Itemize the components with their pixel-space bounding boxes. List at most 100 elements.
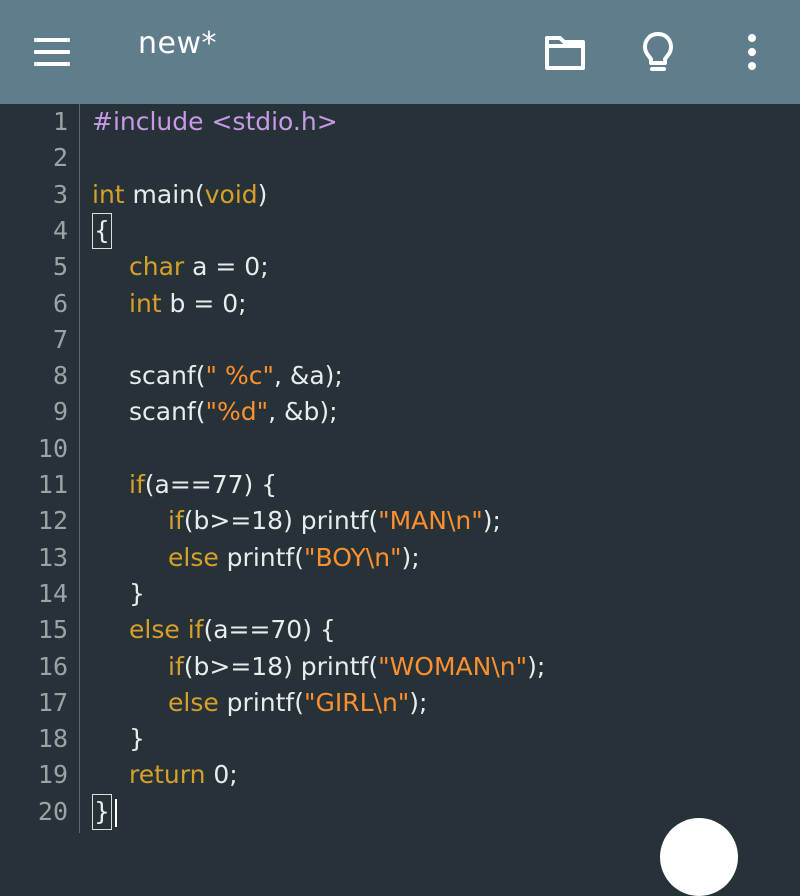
code-token: (a==77) {	[144, 470, 278, 499]
line-number: 20	[37, 796, 68, 826]
code-token: if	[187, 615, 204, 645]
code-token: (a==70) {	[203, 615, 336, 645]
code-line[interactable]: 5 char a = 0;	[0, 249, 800, 285]
code-token: " %c"	[205, 361, 274, 391]
code-editor[interactable]: 1 #include <stdio.h> 2 3 int main(void) 4{5 ch…	[0, 104, 800, 833]
matched-brace: {	[92, 212, 112, 249]
code-token: char	[129, 252, 185, 282]
code-token: else	[168, 542, 219, 572]
code-token: if	[168, 651, 184, 681]
code-token: );	[527, 651, 546, 681]
line-number: 2	[52, 143, 68, 173]
lightbulb-icon[interactable]	[634, 28, 682, 76]
line-number: 15	[37, 615, 68, 645]
line-number: 17	[37, 687, 68, 717]
code-line[interactable]: 6 int b = 0;	[0, 286, 800, 322]
text-cursor	[114, 798, 117, 827]
code-token: "GIRL\n"	[303, 687, 410, 717]
code-token: );	[401, 542, 420, 572]
menu-icon[interactable]	[30, 36, 74, 68]
code-token: scanf(	[129, 397, 206, 427]
code-text: scanf(" %c", &a);	[92, 358, 343, 394]
code-text: return 0;	[92, 757, 238, 793]
line-number: 14	[37, 578, 68, 608]
line-number: 3	[52, 179, 68, 209]
code-token: "WOMAN\n"	[378, 651, 528, 681]
code-token: }	[129, 578, 145, 608]
code-token: , &b);	[268, 397, 338, 427]
code-line[interactable]: 17 else printf("GIRL\n");	[0, 685, 800, 721]
code-token: if	[129, 470, 145, 499]
code-line[interactable]: 15 else if(a==70) {	[0, 612, 800, 648]
code-line[interactable]: 12 if(b>=18) printf("MAN\n");	[0, 503, 800, 539]
matched-brace: }	[92, 793, 112, 830]
code-token: scanf(	[129, 361, 206, 391]
code-token: (b>=18) printf(	[183, 651, 379, 681]
code-token: main(	[124, 179, 205, 209]
code-text: char a = 0;	[92, 249, 269, 285]
code-text: }	[92, 721, 145, 757]
line-number: 9	[52, 397, 68, 427]
file-title: new*	[138, 26, 218, 61]
code-line[interactable]: 3 int main(void)	[0, 177, 800, 213]
code-token: int	[92, 179, 125, 209]
code-line[interactable]: 16 if(b>=18) printf("WOMAN\n");	[0, 649, 800, 685]
code-text: else if(a==70) {	[92, 612, 336, 648]
code-token: (b>=18) printf(	[183, 506, 379, 536]
code-token: if	[168, 506, 184, 536]
code-token: #include <stdio.h>	[92, 107, 338, 136]
line-number: 12	[37, 506, 68, 536]
code-line[interactable]: 2	[0, 140, 800, 176]
line-number: 8	[52, 361, 68, 391]
line-number: 7	[52, 324, 68, 354]
line-number: 19	[37, 760, 68, 790]
code-token: printf(	[218, 542, 304, 572]
code-text: if(b>=18) printf("MAN\n");	[92, 503, 501, 539]
line-number: 11	[37, 470, 68, 499]
code-token: printf(	[218, 687, 304, 717]
code-token: int	[129, 288, 162, 318]
code-text: int main(void)	[92, 177, 267, 213]
code-line[interactable]: 9 scanf("%d", &b);	[0, 394, 800, 430]
code-token: , &a);	[273, 361, 343, 391]
more-vert-icon[interactable]	[728, 28, 776, 76]
code-token: )	[257, 179, 268, 209]
code-text: int b = 0;	[92, 286, 247, 322]
code-token: else	[168, 687, 219, 717]
app-toolbar: new*	[0, 0, 800, 104]
line-number: 18	[37, 724, 68, 754]
line-number: 6	[52, 288, 68, 318]
code-token: );	[482, 506, 501, 536]
code-token: 0;	[205, 760, 238, 790]
code-line[interactable]: 4{	[0, 212, 800, 249]
code-line[interactable]: 18}	[0, 721, 800, 757]
code-token: void	[204, 179, 258, 209]
line-number: 16	[37, 651, 68, 681]
code-line[interactable]: 14}	[0, 576, 800, 612]
code-token: b = 0;	[161, 288, 247, 318]
code-line[interactable]: 11 if(a==77) {	[0, 467, 800, 503]
line-number: 4	[52, 215, 68, 245]
line-number: 5	[52, 252, 68, 282]
code-line[interactable]: 8 scanf(" %c", &a);	[0, 358, 800, 394]
code-line[interactable]: 10	[0, 431, 800, 467]
code-text: {	[92, 212, 112, 249]
line-number: 10	[37, 433, 68, 463]
code-token: "%d"	[205, 397, 269, 427]
code-text: else printf("BOY\n");	[92, 540, 420, 576]
code-text: }	[92, 793, 117, 830]
code-text: else printf("GIRL\n");	[92, 685, 427, 721]
code-line[interactable]: 13 else printf("BOY\n");	[0, 540, 800, 576]
floating-action-button[interactable]	[660, 818, 738, 896]
code-text: if(b>=18) printf("WOMAN\n");	[92, 649, 545, 685]
folder-icon[interactable]	[541, 28, 589, 76]
code-line[interactable]: 19 return 0;	[0, 757, 800, 793]
line-number: 1	[52, 107, 68, 136]
code-line[interactable]: 7	[0, 322, 800, 358]
code-text: }	[92, 576, 145, 612]
code-text: if(a==77) {	[92, 467, 277, 503]
code-token: else	[129, 615, 180, 645]
code-token: );	[409, 687, 428, 717]
code-line[interactable]: 1 #include <stdio.h>	[0, 104, 800, 140]
code-token: }	[129, 724, 145, 754]
